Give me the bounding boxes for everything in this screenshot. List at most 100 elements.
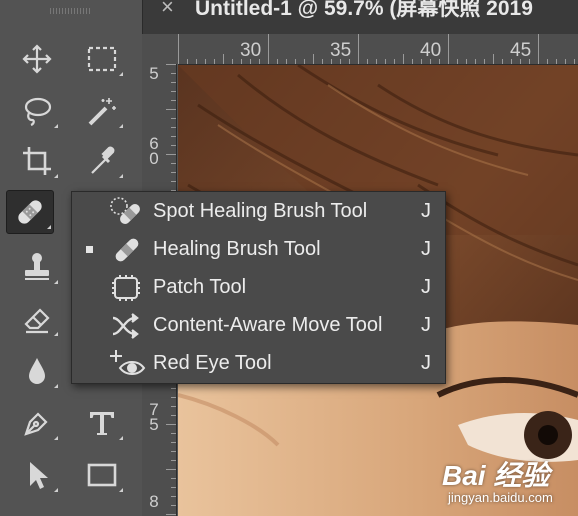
patch-icon xyxy=(112,275,140,301)
ruler-tick xyxy=(268,34,269,64)
healing-tools-flyout: Spot Healing Brush Tool J Healing Brush … xyxy=(71,191,446,384)
ruler-tick xyxy=(556,59,557,64)
rectangle-tool[interactable] xyxy=(79,454,125,496)
pen-icon xyxy=(24,412,48,436)
ruler-tick xyxy=(171,163,176,164)
ruler-tick xyxy=(349,59,350,64)
ruler-tick xyxy=(166,424,176,425)
panel-grip[interactable] xyxy=(50,8,90,14)
horizontal-ruler: 30 35 40 45 xyxy=(178,34,578,65)
menu-item-label: Patch Tool xyxy=(153,276,247,298)
ruler-tick xyxy=(171,478,176,479)
menu-item-red-eye[interactable]: Red Eye Tool J xyxy=(72,345,445,383)
menu-item-label: Content-Aware Move Tool xyxy=(153,314,383,336)
ruler-tick xyxy=(232,59,233,64)
document-tab[interactable]: × Untitled-1 @ 59.7% (屏幕快照 2019 xyxy=(142,0,578,34)
marquee-tool[interactable] xyxy=(79,38,125,80)
ruler-tick xyxy=(171,505,176,506)
healing-brush-tool[interactable] xyxy=(6,190,54,234)
ruler-tick xyxy=(538,34,539,64)
rect-marquee-icon xyxy=(87,46,117,72)
ruler-tick xyxy=(259,59,260,64)
ruler-tick xyxy=(358,34,359,64)
menu-item-spot-healing-brush[interactable]: Spot Healing Brush Tool J xyxy=(72,193,445,231)
crop-tool[interactable] xyxy=(14,140,60,182)
shortcut-key: J xyxy=(421,314,431,336)
ruler-tick xyxy=(421,59,422,64)
shortcut-key: J xyxy=(421,276,431,298)
ruler-tick xyxy=(171,100,176,101)
stamp-tool[interactable] xyxy=(14,246,60,288)
ruler-label: 5 xyxy=(149,64,159,83)
ruler-tick xyxy=(171,136,176,137)
ruler-tick xyxy=(171,496,176,497)
ruler-tick xyxy=(166,154,176,155)
ruler-tick xyxy=(250,59,251,64)
magic-wand-tool[interactable] xyxy=(79,90,125,132)
ruler-tick xyxy=(171,145,176,146)
ruler-tick xyxy=(171,406,176,407)
path-selection-tool[interactable] xyxy=(14,454,60,496)
more-tools-indicator xyxy=(119,124,123,128)
arrow-icon xyxy=(30,462,48,489)
ruler-tick xyxy=(171,451,176,452)
type-icon xyxy=(90,412,114,435)
menu-item-healing-brush[interactable]: Healing Brush Tool J xyxy=(72,231,445,269)
type-tool[interactable] xyxy=(79,402,125,444)
ruler-tick xyxy=(304,59,305,64)
more-tools-indicator xyxy=(54,174,58,178)
lasso-tool[interactable] xyxy=(14,90,60,132)
eyedropper-tool[interactable] xyxy=(79,140,125,182)
close-tab-icon[interactable]: × xyxy=(161,0,174,20)
more-tools-indicator xyxy=(119,174,123,178)
ruler-tick xyxy=(529,59,530,64)
ruler-tick xyxy=(171,118,176,119)
ruler-tick xyxy=(511,59,512,64)
document-title: Untitled-1 @ 59.7% (屏幕快照 2019 xyxy=(195,0,533,20)
ruler-tick xyxy=(403,54,404,64)
move-tool[interactable] xyxy=(14,38,60,80)
ruler-tick xyxy=(196,59,197,64)
menu-item-content-aware-move[interactable]: Content-Aware Move Tool J xyxy=(72,307,445,345)
pen-tool[interactable] xyxy=(14,402,60,444)
shortcut-key: J xyxy=(421,238,431,260)
menu-item-label: Red Eye Tool xyxy=(153,352,272,374)
more-tools-indicator xyxy=(47,225,51,229)
bandage-icon xyxy=(115,238,139,262)
ruler-tick xyxy=(171,127,176,128)
ruler-tick xyxy=(166,64,176,65)
ruler-tick xyxy=(286,59,287,64)
menu-item-patch[interactable]: Patch Tool J xyxy=(72,269,445,307)
ruler-tick xyxy=(166,469,176,470)
red-eye-icon xyxy=(110,350,146,375)
content-aware-move-icon xyxy=(112,313,139,339)
blur-tool[interactable] xyxy=(14,350,60,392)
ruler-tick xyxy=(322,59,323,64)
ruler-label: 6 0 xyxy=(149,134,159,168)
ruler-tick xyxy=(547,59,548,64)
eraser-tool[interactable] xyxy=(14,298,60,340)
spot-healing-icon xyxy=(110,197,140,224)
ruler-tick xyxy=(171,73,176,74)
more-tools-indicator xyxy=(54,436,58,440)
ruler-tick xyxy=(171,442,176,443)
ruler-tick xyxy=(394,59,395,64)
ruler-tick xyxy=(187,59,188,64)
ruler-tick xyxy=(171,82,176,83)
ruler-tick xyxy=(166,514,176,515)
ruler-tick xyxy=(171,181,176,182)
active-tool-indicator xyxy=(86,246,93,253)
ruler-tick xyxy=(466,59,467,64)
ruler-tick xyxy=(574,59,575,64)
ruler-tick xyxy=(171,415,176,416)
more-tools-indicator xyxy=(119,436,123,440)
eyedropper-icon xyxy=(91,146,115,174)
more-tools-indicator xyxy=(54,488,58,492)
ruler-tick xyxy=(214,59,215,64)
ruler-tick xyxy=(367,59,368,64)
ruler-tick xyxy=(178,34,179,64)
ruler-tick xyxy=(340,59,341,64)
ruler-tick xyxy=(277,59,278,64)
ruler-tick xyxy=(448,34,449,64)
ruler-tick xyxy=(430,59,431,64)
